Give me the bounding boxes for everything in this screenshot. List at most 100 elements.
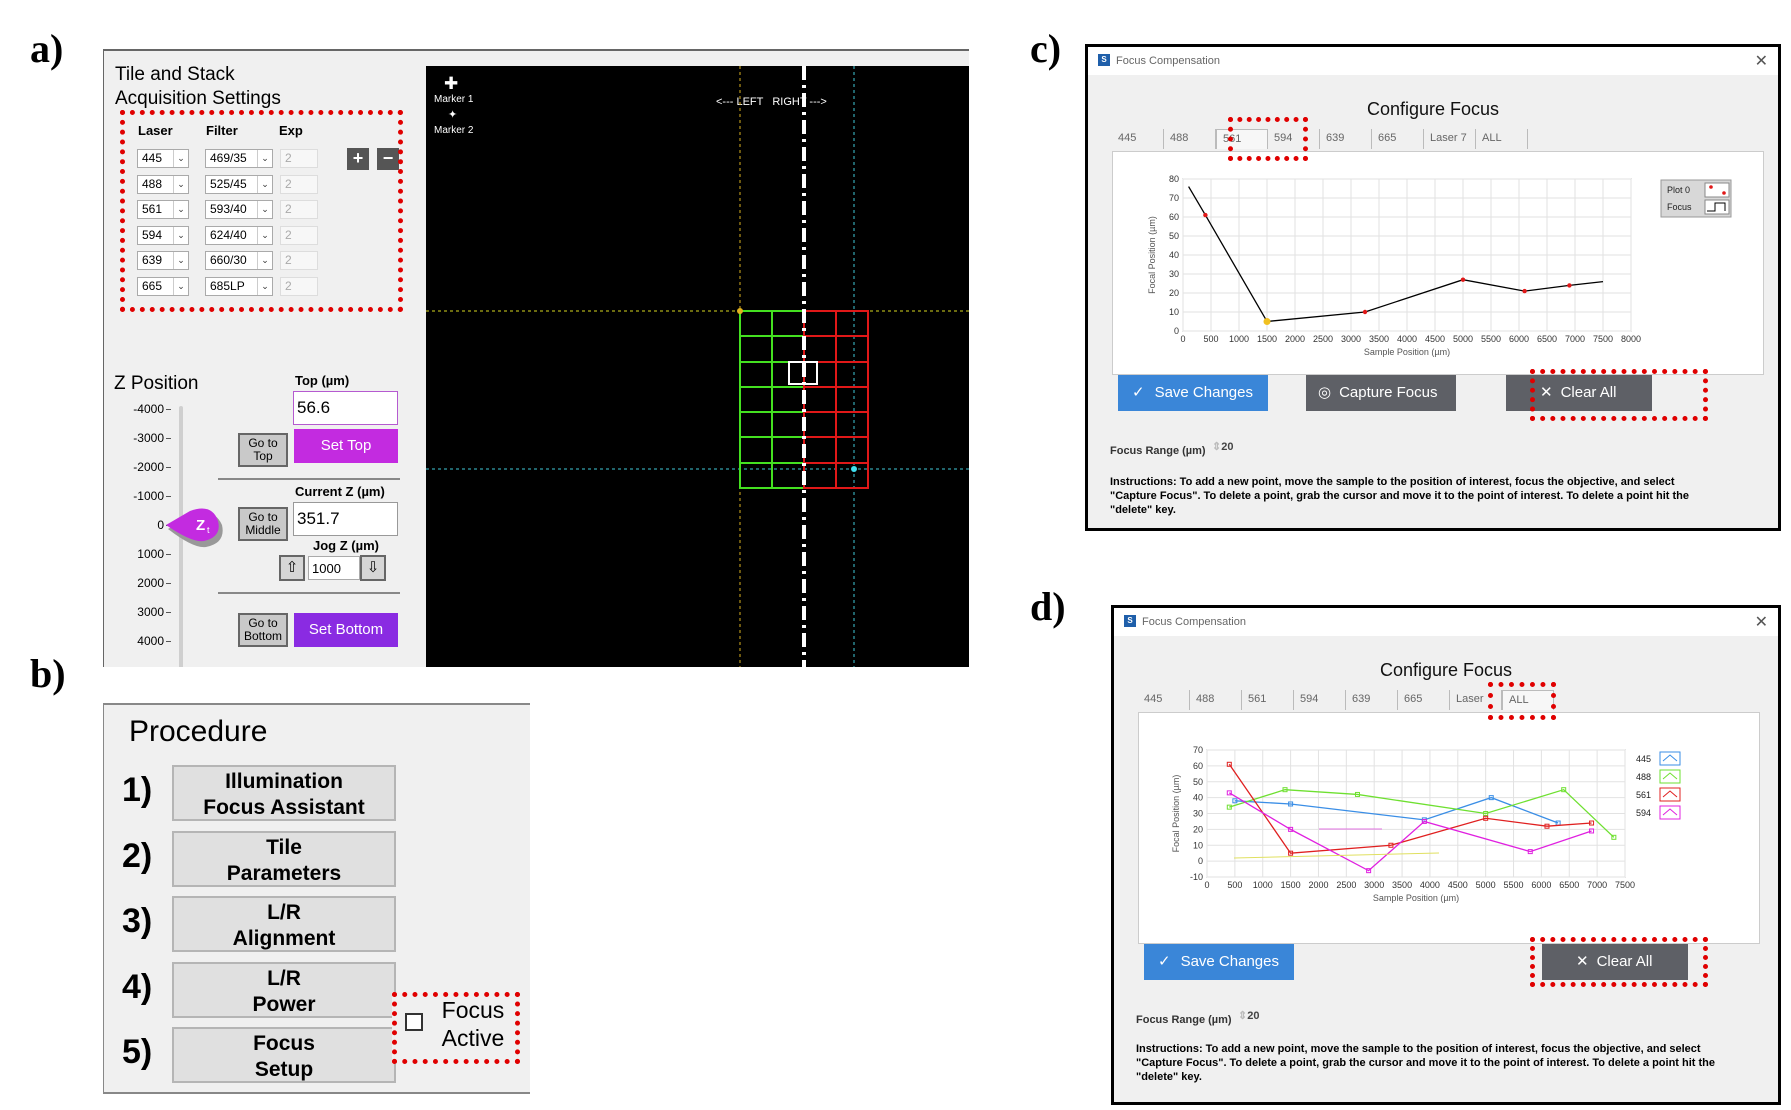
z-tick-label: 1000 xyxy=(137,547,164,561)
tab-488[interactable]: 488 xyxy=(1164,129,1216,149)
step-number: 2) xyxy=(122,836,153,875)
data-point[interactable] xyxy=(1522,288,1527,294)
x-tick-label: 7000 xyxy=(1565,334,1585,344)
jog-up-button[interactable]: ⇧ xyxy=(279,555,305,581)
clear-all-highlight-d xyxy=(1530,937,1708,987)
zt-slider-handle[interactable]: Z t xyxy=(166,505,226,556)
y-tick-label: 10 xyxy=(1169,307,1179,317)
tab-561[interactable]: 561 xyxy=(1242,690,1294,710)
tile-viewer[interactable]: ✚ Marker 1 ✦ Marker 2 <--- LEFT RIGHT --… xyxy=(426,66,969,667)
x-tick-label: 3500 xyxy=(1369,334,1389,344)
tab-445[interactable]: 445 xyxy=(1138,690,1190,710)
goto-top-button[interactable]: Go to Top xyxy=(238,433,288,467)
tab-639[interactable]: 639 xyxy=(1320,129,1372,149)
step-button[interactable]: L/R Alignment xyxy=(172,896,396,952)
close-icon[interactable]: ✕ xyxy=(1755,51,1768,71)
x-tick-label: 8000 xyxy=(1621,334,1641,344)
focus-active-checkbox[interactable] xyxy=(405,1013,423,1031)
titlebar: S Focus Compensation ✕ xyxy=(1088,47,1778,75)
y-tick-label: 80 xyxy=(1169,174,1179,184)
cursor-marker[interactable] xyxy=(1263,318,1271,325)
y-tick-label: 0 xyxy=(1198,856,1203,866)
data-point[interactable] xyxy=(1567,283,1572,288)
focus-range-label: Focus Range (µm) xyxy=(1136,1014,1232,1026)
clear-all-highlight-c xyxy=(1530,369,1708,421)
jog-down-button[interactable]: ⇩ xyxy=(360,555,386,581)
tab-all[interactable]: ALL xyxy=(1476,129,1528,149)
z-tick-mark xyxy=(166,496,171,497)
y-tick-label: 0 xyxy=(1174,326,1179,336)
focus-range-input[interactable]: ⇕20 xyxy=(1212,440,1262,458)
focus-chart[interactable]: 0 500 1000 1500 2000 2500 3000 3500 4000 4500 5000… xyxy=(1113,152,1763,374)
spinner-icon[interactable]: ⇕ xyxy=(1212,441,1221,453)
app-icon: S xyxy=(1098,54,1110,66)
x-tick-label: 1500 xyxy=(1257,334,1277,344)
y-tick-label: 20 xyxy=(1169,288,1179,298)
configure-focus-heading: Configure Focus xyxy=(1379,660,1513,680)
x-tick-label: 4000 xyxy=(1397,334,1417,344)
y-tick-label: 30 xyxy=(1169,269,1179,279)
z-tick-label: 4000 xyxy=(137,634,164,648)
save-changes-button[interactable]: ✓ Save Changes xyxy=(1118,375,1268,411)
step-button[interactable]: Focus Setup xyxy=(172,1027,396,1083)
z-tick-label: -3000 xyxy=(133,431,164,445)
step-button[interactable]: Tile Parameters xyxy=(172,830,396,887)
tab-594[interactable]: 594 xyxy=(1294,690,1346,710)
tab-445[interactable]: 445 xyxy=(1112,129,1164,149)
set-bottom-button[interactable]: Set Bottom xyxy=(294,613,398,647)
x-tick-label: 2000 xyxy=(1308,880,1328,890)
tab-all-highlight xyxy=(1488,682,1556,720)
x-tick-label: 500 xyxy=(1203,334,1218,344)
jog-z-input[interactable]: 1000 xyxy=(308,556,360,580)
x-tick-label: 2500 xyxy=(1336,880,1356,890)
goto-middle-button[interactable]: Go to Middle xyxy=(238,507,288,541)
y-tick-label: 10 xyxy=(1193,840,1203,850)
focus-compensation-window-d: S Focus Compensation ✕ Configure Focus 4… xyxy=(1111,605,1781,1105)
top-label: Top (µm) xyxy=(295,373,350,388)
focus-chart[interactable]: 0 500 1000 1500 2000 2500 3000 3500 4000 4500 5000… xyxy=(1139,713,1759,943)
z-position-title: Z Position xyxy=(114,373,199,394)
goto-bottom-button[interactable]: Go to Bottom xyxy=(238,613,288,647)
jog-z-label: Jog Z (µm) xyxy=(313,538,379,553)
y-tick-label: 60 xyxy=(1193,761,1203,771)
panel-label-d: d) xyxy=(1030,584,1066,629)
tile-grid xyxy=(426,66,969,667)
set-top-button[interactable]: Set Top xyxy=(294,429,398,463)
svg-text:445: 445 xyxy=(1636,754,1651,764)
divider-1 xyxy=(218,478,400,480)
focus-range-input[interactable]: ⇕20 xyxy=(1238,1009,1288,1027)
configure-focus-heading: Configure Focus xyxy=(1366,99,1500,119)
close-icon[interactable]: ✕ xyxy=(1755,612,1768,632)
window-title: Focus Compensation xyxy=(1116,55,1220,67)
focus-active-label: Focus Active xyxy=(441,997,505,1051)
data-point[interactable] xyxy=(1460,277,1466,282)
step-number: 3) xyxy=(122,902,153,940)
spinner-icon[interactable]: ⇕ xyxy=(1238,1010,1247,1022)
top-input[interactable]: 56.6 xyxy=(293,391,398,425)
tab-665[interactable]: 665 xyxy=(1372,129,1424,149)
x-tick-label: 4500 xyxy=(1425,334,1445,344)
step-button[interactable]: Illumination Focus Assistant xyxy=(172,765,396,821)
data-point[interactable] xyxy=(1203,212,1208,218)
data-point[interactable] xyxy=(1362,309,1368,315)
step-number: 5) xyxy=(122,1033,153,1071)
window-title: Focus Compensation xyxy=(1142,616,1246,628)
panel-label-c: c) xyxy=(1030,26,1062,71)
focus-compensation-window-c: S Focus Compensation ✕ Configure Focus 4… xyxy=(1085,44,1781,531)
x-tick-label: 5000 xyxy=(1476,880,1496,890)
tab-639[interactable]: 639 xyxy=(1346,690,1398,710)
capture-focus-button[interactable]: ◎ Capture Focus xyxy=(1306,375,1456,411)
tab-665[interactable]: 665 xyxy=(1398,690,1450,710)
tab-laser-7[interactable]: Laser 7 xyxy=(1424,129,1476,149)
y-tick-label: -10 xyxy=(1190,872,1203,882)
y-tick-label: 20 xyxy=(1193,824,1203,834)
z-tick-label: 0 xyxy=(157,518,164,532)
y-tick-label: 50 xyxy=(1193,777,1203,787)
tab-488[interactable]: 488 xyxy=(1190,690,1242,710)
z-tick-label: 2000 xyxy=(137,576,164,590)
x-tick-label: 0 xyxy=(1180,334,1185,344)
x-tick-label: 7000 xyxy=(1587,880,1607,890)
step-button[interactable]: L/R Power xyxy=(172,961,396,1018)
save-changes-button[interactable]: ✓ Save Changes xyxy=(1144,944,1294,980)
x-tick-label: 1000 xyxy=(1229,334,1249,344)
